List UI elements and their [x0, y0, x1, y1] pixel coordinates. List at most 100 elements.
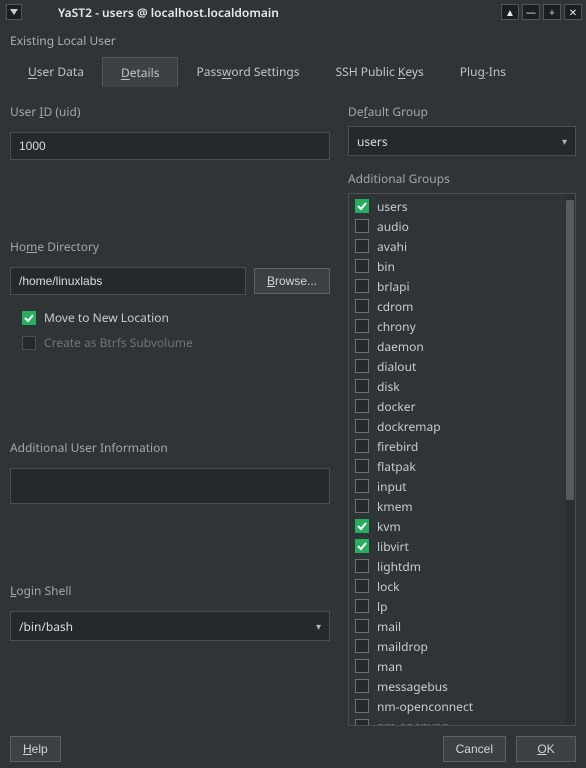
group-name: kmem	[377, 498, 413, 515]
group-item[interactable]: messagebus	[351, 676, 561, 696]
btrfs-subvolume-label: Create as Btrfs Subvolume	[44, 334, 193, 351]
group-checkbox[interactable]	[355, 259, 369, 273]
group-item[interactable]: mail	[351, 616, 561, 636]
group-checkbox[interactable]	[355, 419, 369, 433]
group-checkbox[interactable]	[355, 299, 369, 313]
tab-plug-ins[interactable]: Plug-Ins	[442, 57, 524, 87]
group-checkbox[interactable]	[355, 479, 369, 493]
group-name: avahi	[377, 238, 407, 255]
group-name: users	[377, 198, 408, 215]
groups-scrollbar[interactable]	[565, 194, 575, 725]
group-checkbox[interactable]	[355, 239, 369, 253]
move-location-label: Move to New Location	[44, 309, 169, 326]
browse-button[interactable]: BBrowse...rowse...	[254, 268, 330, 294]
group-checkbox[interactable]	[355, 499, 369, 513]
group-checkbox[interactable]	[355, 699, 369, 713]
group-checkbox[interactable]	[355, 619, 369, 633]
group-item[interactable]: chrony	[351, 316, 561, 336]
group-checkbox[interactable]	[355, 719, 369, 725]
group-item[interactable]: lp	[351, 596, 561, 616]
group-checkbox[interactable]	[355, 639, 369, 653]
group-item[interactable]: firebird	[351, 436, 561, 456]
group-item[interactable]: bin	[351, 256, 561, 276]
uid-label: User ID (uid)	[10, 103, 330, 120]
group-item[interactable]: maildrop	[351, 636, 561, 656]
group-name: maildrop	[377, 638, 428, 655]
group-name: input	[377, 478, 407, 495]
default-group-value: users	[357, 133, 388, 150]
group-checkbox[interactable]	[355, 579, 369, 593]
group-checkbox[interactable]	[355, 339, 369, 353]
tab-ssh-public-keys[interactable]: SSH Public Keys	[318, 57, 442, 87]
group-item[interactable]: disk	[351, 376, 561, 396]
group-checkbox[interactable]	[355, 599, 369, 613]
group-checkbox[interactable]	[355, 219, 369, 233]
close-button[interactable]: ✕	[564, 4, 582, 20]
groups-scrollbar-thumb[interactable]	[566, 200, 574, 500]
group-checkbox[interactable]	[355, 559, 369, 573]
group-item[interactable]: cdrom	[351, 296, 561, 316]
maximize-button[interactable]: +	[543, 4, 561, 20]
additional-info-input[interactable]	[10, 468, 330, 504]
group-item[interactable]: dockremap	[351, 416, 561, 436]
group-name: kvm	[377, 518, 401, 535]
group-item[interactable]: brlapi	[351, 276, 561, 296]
group-checkbox[interactable]	[355, 279, 369, 293]
group-checkbox[interactable]	[355, 539, 369, 553]
group-item[interactable]: kmem	[351, 496, 561, 516]
group-name: man	[377, 658, 402, 675]
group-name: lock	[377, 578, 400, 595]
group-name: daemon	[377, 338, 424, 355]
group-name: disk	[377, 378, 400, 395]
window-menu-button[interactable]	[6, 4, 22, 20]
additional-groups-label: Additional Groups	[348, 170, 576, 187]
default-group-select[interactable]: users ▾	[348, 126, 576, 156]
group-name: lp	[377, 598, 387, 615]
group-name: nm-openconnect	[377, 698, 473, 715]
move-location-checkbox[interactable]	[22, 311, 36, 325]
group-name: brlapi	[377, 278, 410, 295]
tab-user-data[interactable]: User Data	[10, 57, 102, 87]
tab-password-settings[interactable]: Password Settings	[178, 57, 317, 87]
home-dir-input[interactable]	[10, 267, 246, 295]
cancel-button[interactable]: Cancel	[443, 736, 506, 762]
tab-details[interactable]: Details	[102, 57, 179, 87]
minimize-button[interactable]: —	[522, 4, 540, 20]
group-checkbox[interactable]	[355, 659, 369, 673]
group-checkbox[interactable]	[355, 459, 369, 473]
group-name: chrony	[377, 318, 416, 335]
group-checkbox[interactable]	[355, 439, 369, 453]
group-checkbox[interactable]	[355, 199, 369, 213]
group-item[interactable]: lock	[351, 576, 561, 596]
chevron-down-icon: ▾	[562, 134, 567, 148]
group-name: flatpak	[377, 458, 416, 475]
group-item[interactable]: kvm	[351, 516, 561, 536]
group-item[interactable]: audio	[351, 216, 561, 236]
home-dir-label: Home Directory	[10, 238, 330, 255]
help-button[interactable]: Help	[10, 736, 61, 762]
group-item[interactable]: avahi	[351, 236, 561, 256]
group-item[interactable]: daemon	[351, 336, 561, 356]
group-item[interactable]: nm-openvpn	[351, 716, 561, 725]
group-item[interactable]: dialout	[351, 356, 561, 376]
group-checkbox[interactable]	[355, 319, 369, 333]
group-checkbox[interactable]	[355, 679, 369, 693]
login-shell-select[interactable]: /bin/bash ▾	[10, 611, 330, 641]
group-item[interactable]: input	[351, 476, 561, 496]
group-item[interactable]: libvirt	[351, 536, 561, 556]
group-item[interactable]: nm-openconnect	[351, 696, 561, 716]
uid-input[interactable]	[10, 132, 330, 160]
group-item[interactable]: docker	[351, 396, 561, 416]
group-checkbox[interactable]	[355, 399, 369, 413]
group-item[interactable]: lightdm	[351, 556, 561, 576]
group-item[interactable]: users	[351, 196, 561, 216]
login-shell-label: Login Shell	[10, 582, 330, 599]
group-item[interactable]: flatpak	[351, 456, 561, 476]
group-checkbox[interactable]	[355, 379, 369, 393]
roll-up-button[interactable]: ▲	[501, 4, 519, 20]
group-item[interactable]: man	[351, 656, 561, 676]
group-checkbox[interactable]	[355, 519, 369, 533]
group-name: bin	[377, 258, 395, 275]
group-checkbox[interactable]	[355, 359, 369, 373]
ok-button[interactable]: OK	[516, 736, 576, 762]
